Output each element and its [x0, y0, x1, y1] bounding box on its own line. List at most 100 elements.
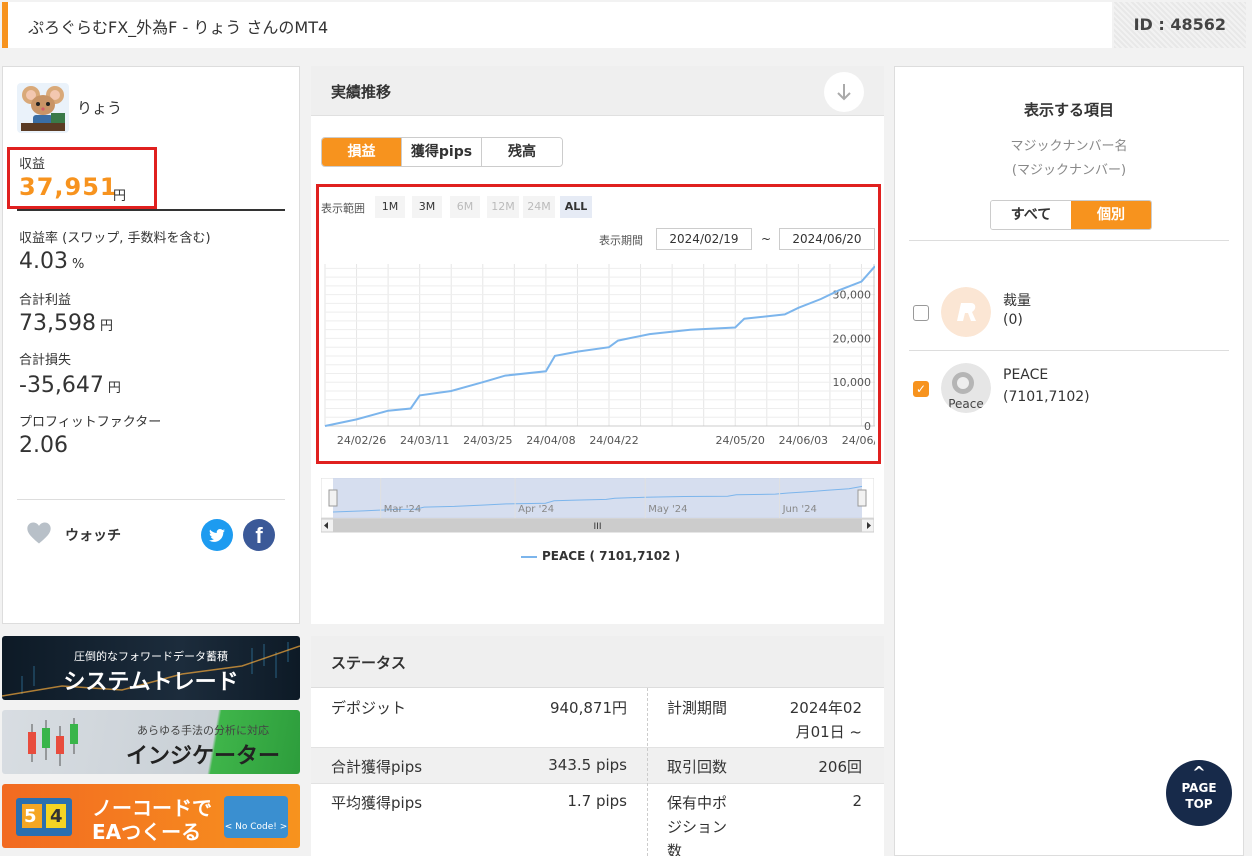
page-top-label: PAGE: [1181, 781, 1217, 795]
arrow-down-icon: [837, 84, 851, 101]
revenue-label: 収益: [19, 157, 46, 172]
x-tick-label: 24/06/03: [779, 434, 828, 447]
x-tick-label: 24/02/26: [337, 434, 386, 447]
legend-line-icon: [521, 555, 537, 558]
x-tick-label: 24/03/11: [400, 434, 449, 447]
page-top-button[interactable]: ^ PAGE TOP: [1166, 760, 1232, 826]
return-rate-value: 4.03%: [19, 249, 85, 274]
no-code-ea-banner[interactable]: 5 4 ノーコードで EAつくーる < No Code! >: [2, 784, 300, 848]
heart-icon[interactable]: [25, 519, 53, 547]
performance-card: 実績推移 損益 獲得pips 残高 表示範囲 1M 3M 6M 12M 24M …: [311, 66, 884, 624]
open-positions-value: 2: [852, 792, 862, 810]
divider: [17, 499, 285, 500]
system-trade-banner[interactable]: 圧倒的なフォワードデータ蓄積 システムトレード: [2, 636, 300, 700]
tab-profit[interactable]: 損益: [322, 138, 402, 166]
page-header: ぷろぐらむFX_外為F - りょう さんのMT4: [2, 2, 1112, 48]
divider: [909, 240, 1229, 241]
performance-title: 実績推移: [331, 83, 392, 101]
banner-digit: 4: [50, 806, 63, 827]
banner-subtitle: 圧倒的なフォワードデータ蓄積: [74, 650, 228, 663]
status-row: 合計獲得pips 343.5 pips 取引回数 206回: [311, 748, 884, 784]
peace-icon: Peace: [941, 363, 991, 413]
status-card: ステータス デポジット 940,871円 計測期間 2024年02 月01日 ~…: [311, 636, 884, 856]
navigator-month-label: Mar '24: [384, 504, 422, 515]
x-tick-label: 24/03/25: [463, 434, 512, 447]
watch-button[interactable]: ウォッチ: [65, 525, 121, 545]
avatar[interactable]: [17, 83, 69, 133]
date-to-input[interactable]: 2024/06/20: [779, 228, 875, 250]
range-label: 表示範囲: [321, 202, 365, 215]
page-top-label: TOP: [1185, 797, 1213, 811]
navigator-month-label: May '24: [648, 504, 687, 515]
x-tick-label: 24/05/20: [716, 434, 765, 447]
return-rate-label: 収益率 (スワップ, 手数料を含む): [19, 231, 211, 246]
open-positions-label: ジション: [667, 818, 728, 836]
performance-header: 実績推移: [311, 66, 884, 116]
username[interactable]: りょう: [77, 97, 122, 118]
banner-title: インジケーター: [125, 744, 280, 769]
status-row: 平均獲得pips 1.7 pips 保有中ポ ジション 数 2: [311, 784, 884, 856]
deposit-label: デポジット: [331, 699, 407, 717]
toggle-all[interactable]: すべて: [991, 201, 1071, 229]
scrollbar-grip: III: [594, 522, 602, 532]
item-magic-number: (0): [1003, 312, 1023, 328]
total-pips-label: 合計獲得pips: [331, 758, 423, 776]
date-from-input[interactable]: 2024/02/19: [656, 228, 752, 250]
item-magic-number: (7101,7102): [1003, 389, 1090, 405]
banner-title: EAつくーる: [92, 820, 202, 844]
item-checkbox-peace[interactable]: ✓: [913, 381, 929, 397]
display-items-title: 表示する項目: [1023, 101, 1114, 119]
period-label: 表示期間: [599, 234, 643, 247]
magic-number-name-label: マジックナンバー名: [1010, 139, 1128, 154]
item-checkbox-discretionary[interactable]: [913, 305, 929, 321]
period-value-2: 月01日 ~: [795, 723, 862, 741]
total-loss-value: -35,647 円: [19, 373, 121, 398]
x-tick-label: 24/06/17: [842, 434, 875, 447]
indicator-banner[interactable]: あらゆる手法の分析に対応 インジケーター: [2, 710, 300, 774]
avg-pips-label: 平均獲得pips: [331, 794, 423, 812]
range-12m-button: 12M: [487, 196, 519, 218]
display-items-card: 表示する項目 マジックナンバー名 (マジックナンバー) すべて 個別 裁量 (0…: [894, 66, 1244, 856]
toggle-individual[interactable]: 個別: [1071, 201, 1151, 229]
magic-number-label: (マジックナンバー): [1011, 163, 1127, 178]
divider: [909, 350, 1229, 351]
banner-badge: < No Code! >: [224, 822, 288, 832]
facebook-icon[interactable]: f: [243, 519, 275, 551]
total-loss-label: 合計損失: [19, 353, 72, 368]
range-6m-button: 6M: [450, 196, 480, 218]
series-line-peace: [324, 265, 875, 427]
period-value-1: 2024年02: [789, 699, 862, 717]
chart-tabs: 損益 獲得pips 残高: [321, 137, 563, 167]
y-tick-label: 20,000: [833, 332, 872, 345]
chart-navigator[interactable]: Mar '24 Apr '24 May '24 Jun '24 III: [320, 477, 875, 534]
twitter-icon[interactable]: [201, 519, 233, 551]
divider: [17, 209, 285, 211]
deposit-value: 940,871円: [549, 699, 627, 717]
x-tick-label: 24/04/22: [589, 434, 638, 447]
banner-digit: 5: [24, 806, 37, 827]
account-id: ID : 48562: [1133, 15, 1226, 34]
profit-factor-label: プロフィットファクター: [19, 415, 162, 430]
status-row: デポジット 940,871円 計測期間 2024年02 月01日 ~: [311, 689, 884, 748]
total-profit-value: 73,598 円: [19, 311, 113, 336]
navigator-handle: [328, 489, 338, 507]
x-tick-label: 24/04/08: [526, 434, 575, 447]
navigator-month-label: Jun '24: [782, 504, 817, 515]
range-3m-button[interactable]: 3M: [412, 196, 442, 218]
range-all-button[interactable]: ALL: [560, 196, 592, 218]
discretionary-icon: [941, 287, 991, 337]
y-tick-label: 0: [864, 420, 871, 433]
chart-legend[interactable]: PEACE ( 7101,7102 ): [521, 549, 680, 563]
banner-subtitle: あらゆる手法の分析に対応: [137, 724, 269, 737]
status-title: ステータス: [331, 654, 407, 672]
trade-count-label: 取引回数: [667, 758, 728, 776]
range-1m-button[interactable]: 1M: [375, 196, 405, 218]
profit-line-chart: 010,00020,00030,00024/02/26 24/03/11 24/03…: [324, 264, 875, 447]
tab-balance[interactable]: 残高: [482, 138, 562, 166]
tab-pips[interactable]: 獲得pips: [402, 138, 482, 166]
page-title: ぷろぐらむFX_外為F - りょう さんのMT4: [28, 18, 329, 37]
banner-title: システムトレード: [63, 670, 239, 695]
trade-count-value: 206回: [818, 758, 862, 776]
status-header: ステータス: [311, 636, 884, 688]
download-button[interactable]: [824, 72, 864, 112]
